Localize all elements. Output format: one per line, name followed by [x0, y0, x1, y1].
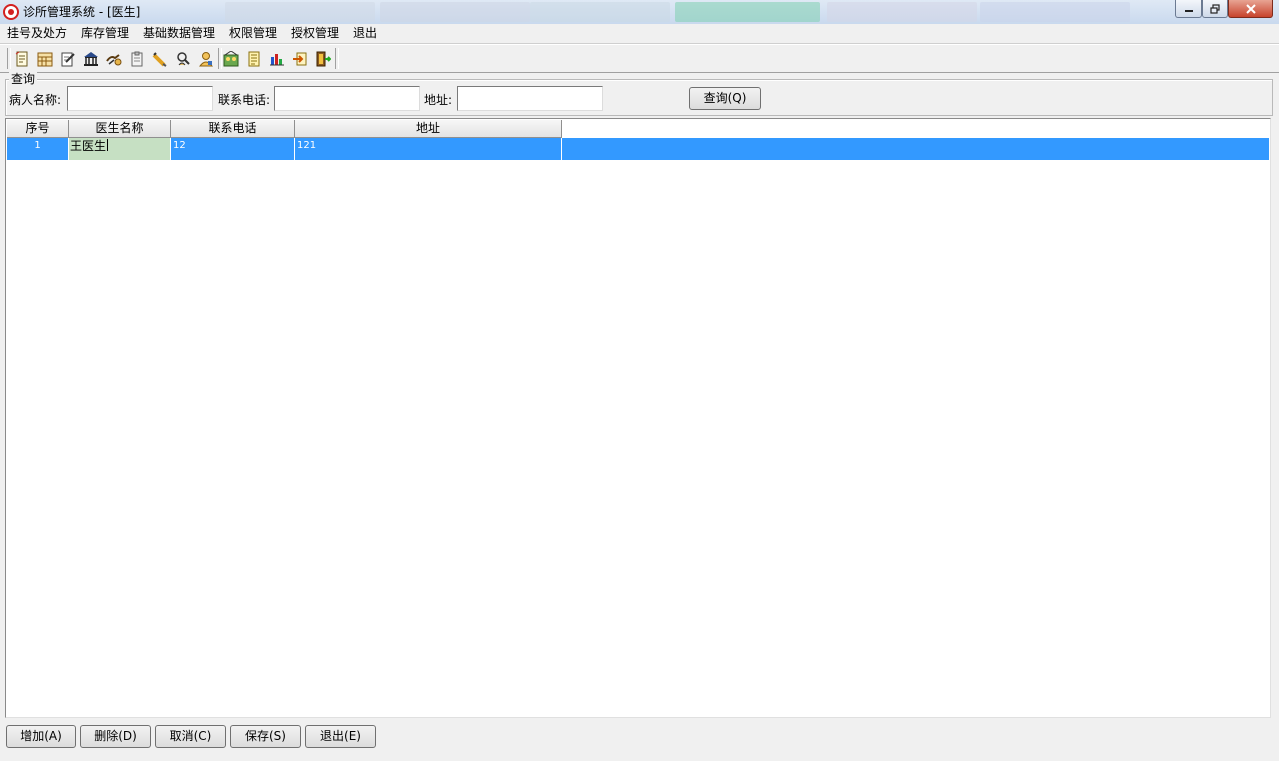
- handshake-button[interactable]: [104, 48, 124, 69]
- import-icon: [293, 52, 307, 65]
- group-icon: [223, 50, 239, 66]
- document-icon: [248, 51, 260, 66]
- bank-button[interactable]: [81, 48, 101, 69]
- address-input[interactable]: [457, 86, 603, 111]
- handshake-icon: [106, 53, 122, 65]
- pencil-button[interactable]: [150, 48, 170, 69]
- import-button[interactable]: [290, 48, 310, 69]
- search-person-button[interactable]: [173, 48, 193, 69]
- search-person-icon: [177, 51, 190, 65]
- phone-label: 联系电话:: [218, 93, 271, 107]
- exit-button[interactable]: 退出(E): [305, 725, 376, 748]
- toolbar: [0, 44, 1279, 73]
- app-logo-icon: [3, 4, 19, 20]
- menu-authorization[interactable]: 授权管理: [289, 25, 341, 42]
- toolbar-grip[interactable]: [7, 48, 11, 69]
- save-button[interactable]: 保存(S): [230, 725, 301, 748]
- address-label: 地址:: [424, 93, 453, 107]
- action-bar: 增加(A) 删除(D) 取消(C) 保存(S) 退出(E): [0, 718, 1279, 761]
- pencil-icon: [152, 51, 167, 67]
- column-header-seq[interactable]: 序号: [7, 120, 69, 138]
- column-header-doctor-name[interactable]: 医生名称: [69, 120, 171, 138]
- menu-bar: 挂号及处方 库存管理 基础数据管理 权限管理 授权管理 退出: [0, 24, 1279, 44]
- exit-door-button[interactable]: [313, 48, 333, 69]
- restore-icon: [1210, 3, 1220, 14]
- window-title: 诊所管理系统 - [医生]: [23, 5, 141, 19]
- toolbar-separator-end: [335, 48, 339, 69]
- calendar-button[interactable]: [35, 48, 55, 69]
- edit-button[interactable]: [58, 48, 78, 69]
- minimize-icon: [1184, 9, 1193, 12]
- column-header-phone[interactable]: 联系电话: [171, 120, 295, 138]
- restore-button[interactable]: [1202, 0, 1228, 18]
- search-button[interactable]: 查询(Q): [689, 87, 761, 110]
- title-bar[interactable]: 诊所管理系统 - [医生]: [0, 0, 1279, 24]
- menu-registration[interactable]: 挂号及处方: [5, 25, 69, 42]
- background-taskbar-tabs: [215, 0, 1175, 24]
- menu-exit[interactable]: 退出: [351, 25, 379, 42]
- menu-inventory[interactable]: 库存管理: [79, 25, 131, 42]
- register-icon: [15, 51, 28, 66]
- cell-phone[interactable]: 12: [171, 138, 295, 160]
- clipboard-icon: [131, 51, 143, 66]
- exit-door-icon: [316, 51, 331, 66]
- cancel-button[interactable]: 取消(C): [155, 725, 226, 748]
- doctor-button[interactable]: [196, 48, 216, 69]
- cell-doctor-name-text: 王医生: [70, 139, 107, 153]
- register-button[interactable]: [12, 48, 32, 69]
- cell-doctor-name-editing[interactable]: 王医生: [69, 138, 171, 160]
- bar-chart-icon: [270, 53, 284, 65]
- bank-icon: [84, 51, 98, 66]
- column-header-address[interactable]: 地址: [295, 120, 562, 138]
- table-row[interactable]: 1 王医生 12 121: [7, 138, 1269, 160]
- close-icon: [1245, 3, 1256, 14]
- close-button[interactable]: [1228, 0, 1273, 18]
- text-caret: [107, 139, 109, 151]
- group-button[interactable]: [221, 48, 241, 69]
- document-button[interactable]: [244, 48, 264, 69]
- patient-name-input[interactable]: [67, 86, 213, 111]
- phone-input[interactable]: [274, 86, 420, 111]
- bar-chart-button[interactable]: [267, 48, 287, 69]
- query-group-title: 查询: [9, 72, 38, 86]
- doctor-icon: [198, 51, 214, 66]
- add-button[interactable]: 增加(A): [6, 725, 76, 748]
- doctor-grid[interactable]: 序号 医生名称 联系电话 地址 1 王医生 12 121: [5, 118, 1271, 718]
- minimize-button[interactable]: [1175, 0, 1202, 18]
- delete-button[interactable]: 删除(D): [80, 725, 151, 748]
- patient-name-label: 病人名称:: [9, 93, 62, 107]
- edit-icon: [61, 52, 75, 66]
- cell-address[interactable]: 121: [295, 138, 562, 160]
- menu-basic-data[interactable]: 基础数据管理: [141, 25, 217, 42]
- cell-seq[interactable]: 1: [7, 138, 69, 160]
- calendar-icon: [37, 52, 53, 66]
- menu-permissions[interactable]: 权限管理: [227, 25, 279, 42]
- clipboard-button[interactable]: [127, 48, 147, 69]
